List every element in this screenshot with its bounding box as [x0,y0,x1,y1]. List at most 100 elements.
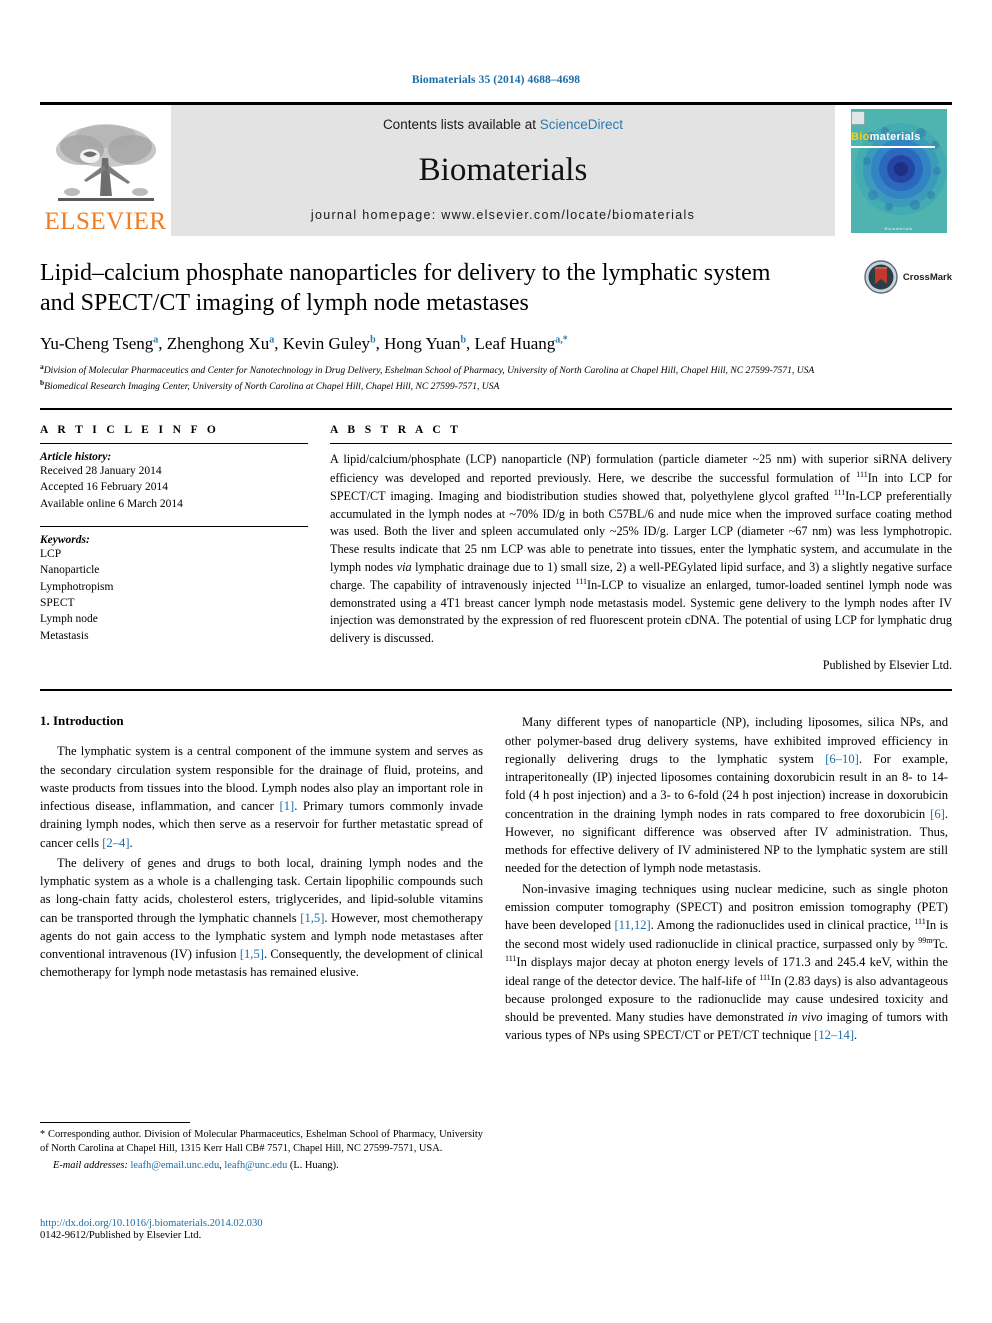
issn-line: 0142-9612/Published by Elsevier Ltd. [40,1230,202,1241]
superscript: 99m [918,935,933,945]
journal-homepage-link[interactable]: journal homepage: www.elsevier.com/locat… [311,208,695,222]
email-suffix: (L. Huang). [287,1159,339,1171]
banner-center: Contents lists available at ScienceDirec… [171,105,835,236]
emphasis: in vivo [787,1010,823,1025]
emphasis: via [396,559,412,574]
citation-link[interactable]: [2–4] [102,836,129,850]
keywords-list: LCP Nanoparticle Lymphotropism SPECT Lymph n… [40,546,308,644]
crossmark-badge[interactable]: CrossMark [864,260,952,294]
divider-after-title [40,408,952,411]
body-columns: 1. Introduction The lymphatic system is … [40,713,952,1046]
contents-prefix: Contents lists available at [382,117,540,132]
email-line: E-mail addresses: leafh@email.unc.edu, l… [40,1159,483,1173]
divider-after-abstract [40,689,952,692]
author-affiliation-marker: b [370,334,376,346]
keyword-item: Nanoparticle [40,564,100,577]
citation-link[interactable]: [6–10] [825,752,859,766]
superscript: 111 [505,954,517,964]
email-link-2[interactable]: leafh@unc.edu [224,1160,287,1171]
keyword-item: Metastasis [40,629,89,642]
citation-link[interactable]: [1] [280,799,295,813]
sciencedirect-link[interactable]: ScienceDirect [540,117,623,132]
cover-title: Biomaterials [851,131,921,143]
keyword-item: LCP [40,548,62,561]
author-name: Leaf Huang [474,334,556,354]
corresponding-author-note: * Corresponding author. Division of Mole… [40,1129,483,1155]
cover-title-materials: materials [869,131,921,143]
keyword-item: Lymph node [40,613,98,626]
email-link-1[interactable]: leafh@email.unc.edu [131,1160,220,1171]
paragraph: Many different types of nanoparticle (NP… [505,715,949,876]
footnote-block: * Corresponding author. Division of Mole… [40,1122,483,1173]
article-history-label: Article history: [40,451,112,464]
article-history-item: Available online 6 March 2014 [40,497,183,510]
info-abstract-section: A R T I C L E I N F O Article history: R… [40,424,952,673]
cover-title-bio: Bio [851,131,870,143]
page-title: Lipid–calcium phosphate nanoparticles fo… [40,260,771,317]
crossmark-icon [864,260,898,294]
article-history-item: Received 28 January 2014 [40,465,162,478]
cover-publisher-logo-icon [851,111,865,125]
keyword-item: Lymphotropism [40,580,114,593]
footnote-rule [40,1122,190,1123]
abstract-rule [330,443,952,445]
email-addresses-note: E-mail addresses: leafh@email.unc.edu, l… [40,1159,483,1173]
elsevier-logo: ELSEVIER [40,105,171,236]
elsevier-tree-icon [55,124,156,201]
published-by-line: Published by Elsevier Ltd. [822,658,952,673]
citation-link[interactable]: [12–14] [814,1028,854,1042]
journal-cover-thumbnail[interactable]: Biomaterials Biomaterials [845,105,952,236]
citation-link[interactable]: [6] [930,807,945,821]
superscript: 111 [833,488,846,498]
keywords-label: Keywords: [40,534,90,547]
running-head-citation: Biomaterials 35 (2014) 4688–4698 [411,74,581,86]
author-affiliation-marker: a [269,334,275,346]
article-page: Biomaterials 35 (2014) 4688–4698 ELSEVIE… [0,0,992,1323]
affiliation-marker: a [40,362,44,372]
body-column-left: 1. Introduction The lymphatic system is … [40,713,483,1046]
article-history-list: Received 28 January 2014 Accepted 16 Febr… [40,463,308,512]
footer-block: http://dx.doi.org/10.1016/j.biomaterials… [40,1218,483,1241]
author-list: Yu-Cheng Tsenga, Zhenghong Xua, Kevin Gu… [40,334,568,354]
citation-link[interactable]: [1,5] [300,911,324,925]
crossmark-label: CrossMark [902,271,952,283]
article-info-column: A R T I C L E I N F O Article history: R… [40,424,308,673]
affiliation-marker: b [40,378,45,388]
email-label: E-mail addresses: [53,1159,128,1171]
citation-link[interactable]: [11,12] [614,918,650,932]
article-info-heading: A R T I C L E I N F O [40,424,220,437]
superscript: 111 [914,917,926,927]
cover-rule [851,146,935,148]
superscript: 111 [856,469,868,479]
author-affiliation-marker: a [153,334,159,346]
article-info-rule [40,443,308,445]
intro-left-paragraphs: The lymphatic system is a central compon… [40,742,483,981]
title-block: Lipid–calcium phosphate nanoparticles fo… [40,258,952,394]
citation-link[interactable]: [1,5] [240,947,264,961]
affiliation-line: bBiomedical Research Imaging Center, Uni… [40,378,500,393]
paragraph: The lymphatic system is a central compon… [40,744,483,850]
cover-footer-text: Biomaterials [884,226,913,231]
affiliation-line: aDivision of Molecular Pharmaceutics and… [40,362,815,377]
author-affiliation-marker: a,* [555,334,568,346]
paragraph: Non-invasive imaging techniques using nu… [505,881,949,1043]
cover-artwork [851,109,947,233]
elsevier-wordmark: ELSEVIER [44,208,167,235]
superscript: 111 [759,972,771,982]
doi-link[interactable]: http://dx.doi.org/10.1016/j.biomaterials… [40,1218,483,1229]
abstract-text: A lipid/calcium/phosphate (LCP) nanopart… [330,452,953,645]
author-name: Zhenghong Xu [166,334,270,354]
paragraph: The delivery of genes and drugs to both … [40,855,484,980]
article-history-item: Accepted 16 February 2014 [40,481,169,494]
author-name: Kevin Guley [282,334,371,354]
section-title-introduction: 1. Introduction [40,713,124,729]
abstract-column: A B S T R A C T A lipid/calcium/phosphat… [330,424,952,673]
abstract-heading: A B S T R A C T [330,424,462,437]
journal-title: Biomaterials [418,151,588,188]
cover-pattern-icon [851,109,947,233]
contents-available-line: Contents lists available at ScienceDirec… [383,117,623,132]
keyword-item: SPECT [40,597,75,610]
journal-banner: ELSEVIER Contents lists available at Sci… [40,102,952,236]
author-name: Hong Yuan [384,334,461,354]
author-affiliation-marker: b [460,334,467,346]
